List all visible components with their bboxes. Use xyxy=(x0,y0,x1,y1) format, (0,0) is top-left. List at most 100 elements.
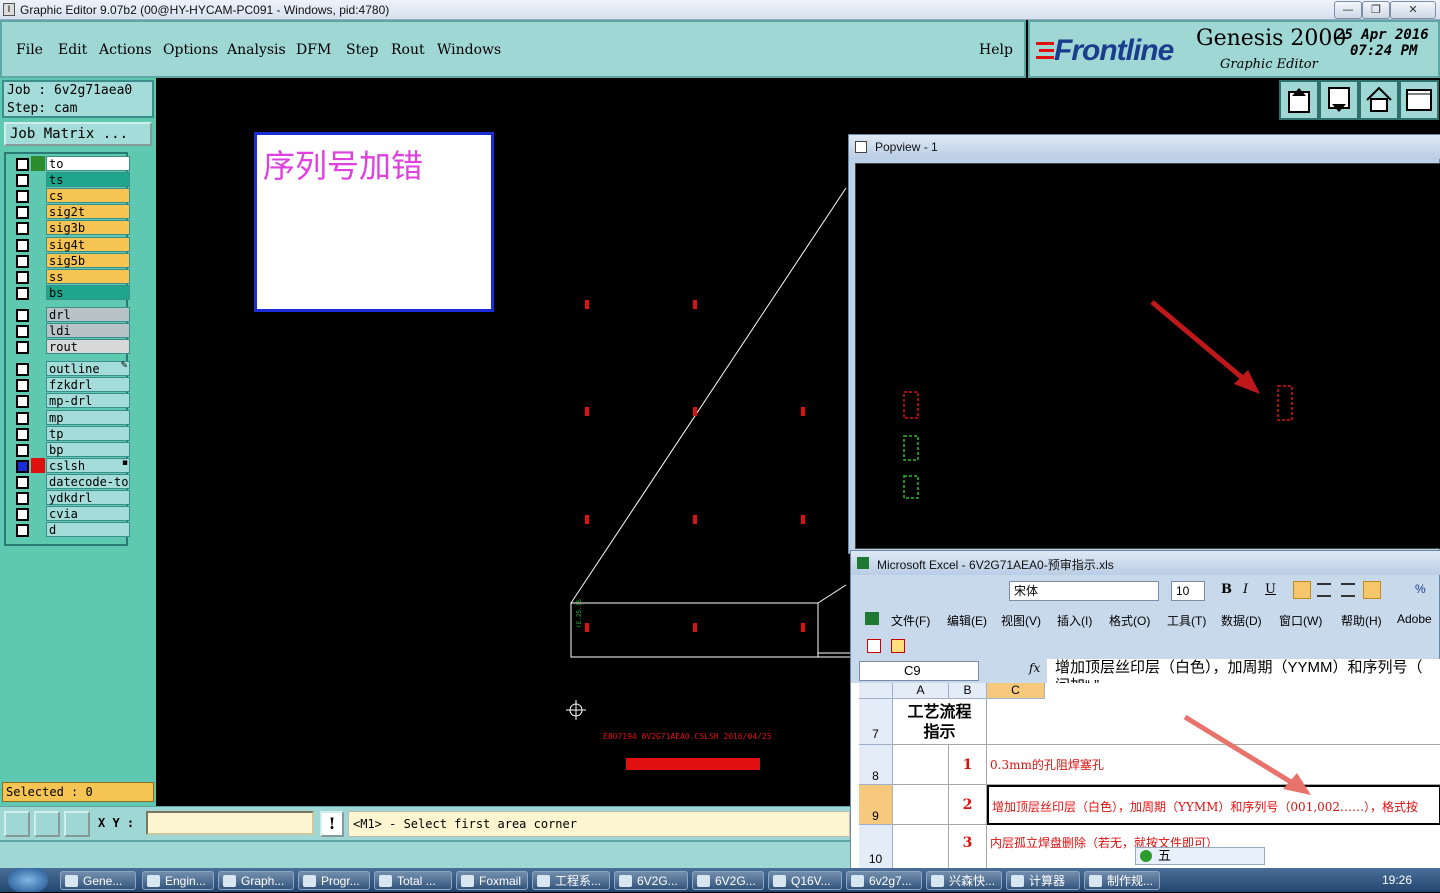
system-clock[interactable]: 19:26 xyxy=(1382,873,1412,887)
cell-a8[interactable] xyxy=(893,745,949,785)
excel-titlebar[interactable]: Microsoft Excel - 6V2G71AEA0-预审指示.xls xyxy=(851,551,1440,575)
layer-row-datecode-to[interactable]: datecode-to xyxy=(12,473,130,489)
layer-checkbox[interactable] xyxy=(16,270,29,284)
sheet-grid[interactable]: A B C 7 工艺流程指示 8 1 0.3mm的孔阻焊塞孔 9 2 增加顶层丝… xyxy=(851,683,1440,871)
layer-checkbox[interactable] xyxy=(16,411,29,425)
excel-menu-item[interactable]: 插入(I) xyxy=(1057,612,1092,629)
layer-color-swatch[interactable] xyxy=(31,339,45,354)
layer-name[interactable]: sig5b xyxy=(46,252,130,268)
layer-row-sig4t[interactable]: sig4t xyxy=(12,236,130,252)
layer-name[interactable]: rout xyxy=(46,339,130,355)
layer-color-swatch[interactable] xyxy=(31,474,45,489)
layer-checkbox[interactable] xyxy=(16,443,29,457)
popview-titlebar[interactable]: Popview - 1 xyxy=(849,135,1440,159)
layer-color-swatch[interactable] xyxy=(31,285,45,300)
layer-row-cvia[interactable]: cvia xyxy=(12,506,130,522)
layer-row-mp[interactable]: mp xyxy=(12,409,130,425)
start-button[interactable] xyxy=(8,868,48,892)
bold-button[interactable]: B xyxy=(1221,582,1232,597)
taskbar-item[interactable]: Engin... xyxy=(142,871,214,890)
minimize-button[interactable]: — xyxy=(1334,1,1362,19)
excel-menu-item[interactable]: Adobe xyxy=(1397,612,1432,626)
layer-row-ts[interactable]: ts xyxy=(12,172,130,188)
popview-canvas[interactable] xyxy=(855,163,1440,549)
window-title-bar[interactable]: I Graphic Editor 9.07b2 (00@HY-HYCAM-PC0… xyxy=(0,0,1440,20)
layer-color-swatch[interactable] xyxy=(31,307,45,322)
layer-name[interactable]: fzkdrl xyxy=(46,377,130,393)
taskbar-item[interactable]: 6V2G... xyxy=(614,871,688,890)
row-number-7[interactable]: 7 xyxy=(859,699,893,745)
layer-color-swatch[interactable] xyxy=(31,172,45,187)
layer-color-swatch[interactable] xyxy=(31,410,45,425)
align-left-icon[interactable] xyxy=(1293,581,1311,599)
layer-row-drl[interactable]: drl xyxy=(12,306,130,322)
layer-row-ydkdrl[interactable]: ydkdrl xyxy=(12,490,130,505)
row-number-8[interactable]: 8 xyxy=(859,745,893,785)
layer-checkbox[interactable] xyxy=(16,206,29,220)
menu-step[interactable]: Step xyxy=(346,42,378,58)
layer-row-ss[interactable]: ss xyxy=(12,268,130,284)
layer-row-bp[interactable]: bp xyxy=(12,441,130,457)
excel-menu-item[interactable]: 工具(T) xyxy=(1167,612,1206,629)
layer-name[interactable]: bs xyxy=(46,284,130,300)
ime-toolbar[interactable]: 五 xyxy=(1135,847,1265,865)
column-header-b[interactable]: B xyxy=(949,683,987,699)
excel-menu-item[interactable]: 文件(F) xyxy=(891,612,930,629)
layer-name[interactable]: sig4t xyxy=(46,236,130,252)
maximize-button[interactable]: ❐ xyxy=(1362,1,1390,19)
layer-checkbox[interactable] xyxy=(16,459,29,473)
layer-checkbox[interactable] xyxy=(16,379,29,393)
layer-name[interactable]: bp xyxy=(46,441,130,457)
layer-row-ldi[interactable]: ldi xyxy=(12,323,130,338)
taskbar-item[interactable]: 制作规... xyxy=(1084,871,1160,890)
layer-name[interactable]: cvia xyxy=(46,506,130,522)
layer-checkbox[interactable] xyxy=(16,427,29,441)
layer-checkbox[interactable] xyxy=(16,341,29,355)
layer-color-swatch[interactable] xyxy=(31,426,45,441)
taskbar-item[interactable]: 工程系... xyxy=(532,871,610,890)
column-header-c[interactable]: C xyxy=(987,683,1045,699)
layer-row-rout[interactable]: rout xyxy=(12,339,130,355)
excel-menu-item[interactable]: 编辑(E) xyxy=(947,612,987,629)
zoom-area-icon[interactable] xyxy=(34,811,60,837)
layer-checkbox[interactable] xyxy=(16,174,29,188)
layer-checkbox[interactable] xyxy=(16,325,29,338)
layer-row-to[interactable]: to xyxy=(12,156,130,171)
zoom-fit-icon[interactable] xyxy=(4,811,30,837)
layer-name[interactable]: sig3b xyxy=(46,220,130,236)
merge-center-icon[interactable] xyxy=(1363,581,1381,599)
toolbar-save-button[interactable] xyxy=(1319,80,1359,120)
layer-color-swatch[interactable] xyxy=(31,220,45,235)
layer-row-sig3b[interactable]: sig3b xyxy=(12,220,130,236)
layer-name[interactable]: mp xyxy=(46,409,130,425)
row-number-10[interactable]: 10 xyxy=(859,825,893,871)
layer-checkbox[interactable] xyxy=(16,524,29,538)
italic-button[interactable]: I xyxy=(1243,582,1248,597)
layer-color-swatch[interactable] xyxy=(31,204,45,219)
toolbar-open-button[interactable] xyxy=(1279,80,1319,120)
layer-checkbox[interactable] xyxy=(16,238,29,252)
cell-b10[interactable]: 3 xyxy=(949,825,987,871)
layer-color-swatch[interactable] xyxy=(31,237,45,252)
layer-color-swatch[interactable] xyxy=(31,377,45,392)
layer-row-d[interactable]: d xyxy=(12,522,130,538)
menu-file[interactable]: File xyxy=(16,42,43,58)
layer-checkbox[interactable] xyxy=(16,308,29,322)
taskbar-item[interactable]: Progr... xyxy=(298,871,370,890)
layer-checkbox[interactable] xyxy=(16,363,29,377)
close-button[interactable]: ✕ xyxy=(1390,1,1436,19)
taskbar-item[interactable]: 6v2g7... xyxy=(846,871,922,890)
layer-name[interactable]: drl xyxy=(46,306,130,322)
layer-name[interactable]: mp-drl xyxy=(46,393,130,409)
menu-dfm[interactable]: DFM xyxy=(296,42,331,58)
alert-icon[interactable]: ! xyxy=(320,811,344,837)
layer-name[interactable]: sig2t xyxy=(46,204,130,220)
menu-help[interactable]: Help xyxy=(979,42,1013,58)
layer-color-swatch[interactable] xyxy=(31,506,45,521)
layer-name[interactable]: ts xyxy=(46,172,130,188)
excel-menu-item[interactable]: 数据(D) xyxy=(1221,612,1262,629)
toolbar-home-button[interactable] xyxy=(1359,80,1399,120)
layer-color-swatch[interactable] xyxy=(31,393,45,408)
layer-name[interactable]: cslsh xyxy=(46,457,130,473)
xy-input[interactable] xyxy=(146,811,314,835)
